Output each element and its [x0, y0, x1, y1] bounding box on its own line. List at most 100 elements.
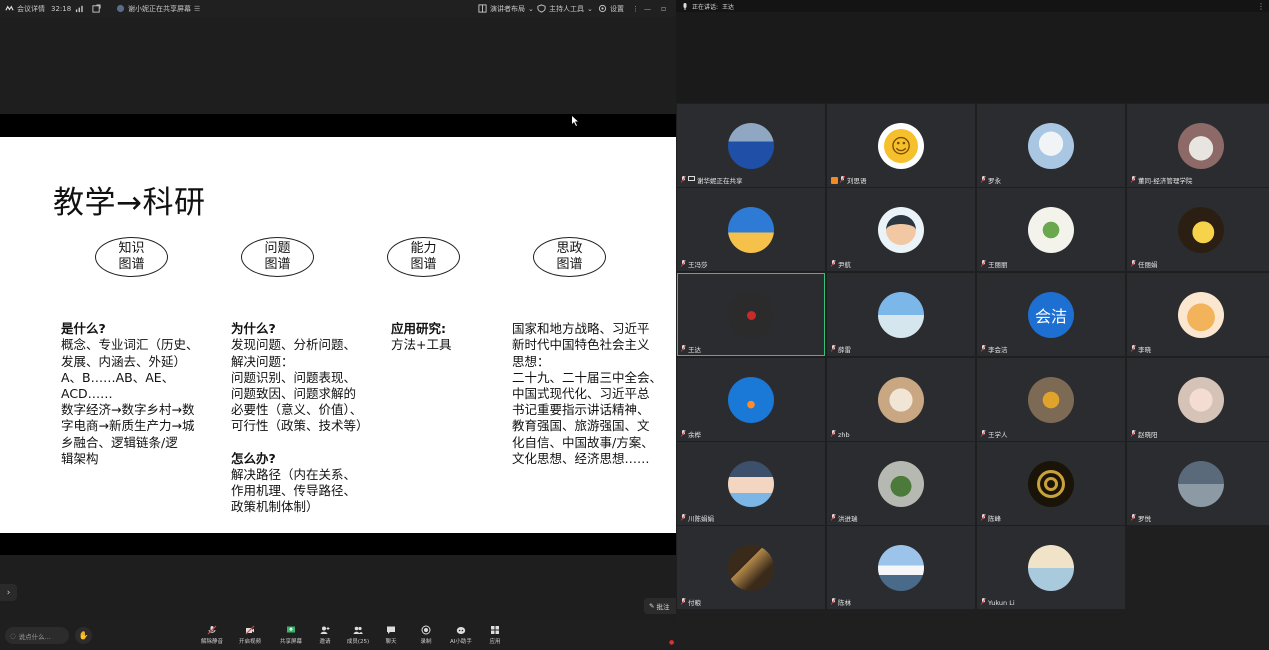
participant-tile[interactable]: 谢华妮正在共享	[677, 104, 825, 187]
end-meeting-icon[interactable]: ●	[669, 639, 674, 646]
participant-name-row: 王丽丽	[980, 259, 1008, 269]
participant-name: 赵晓阳	[1138, 431, 1158, 439]
signal-icon[interactable]	[75, 4, 84, 13]
participant-tile[interactable]: ☺ 刘思语	[827, 104, 975, 187]
invite-label: 邀请	[319, 639, 331, 645]
chat-button[interactable]: 聊天	[375, 625, 407, 647]
more-icon[interactable]: ⋮	[632, 5, 639, 13]
participant-tile[interactable]: zhb	[827, 358, 975, 441]
participant-name-row: 王冯莎	[680, 259, 708, 269]
avatar	[728, 123, 774, 169]
participant-tile[interactable]: 川陈娟娟	[677, 442, 825, 525]
slide-column-what: 是什么? 概念、专业词汇（历史、 发展、内涵去、外延） A、B……AB、AE、 …	[61, 305, 211, 483]
meeting-main-pane: 会议详情 32:18 谢小妮正在共享屏幕 ☰ 演讲者布局 ⌄ 主持人工具 ⌄ 设…	[0, 0, 676, 650]
participant-gallery: 正在讲话: 王达 ⋮ 谢华妮正在共享 ☺ 刘思语 罗永 董同-经济管理学院王冯莎 尹航 王丽…	[676, 0, 1269, 650]
more-icon[interactable]: ⋮	[1257, 2, 1265, 11]
mic-muted-icon	[1130, 175, 1137, 185]
maximize-icon[interactable]: ▫	[661, 4, 666, 13]
speaking-label: 正在讲话:	[692, 3, 719, 11]
participant-name-row: 罗悦	[1130, 513, 1151, 523]
apps-button[interactable]: 应用	[479, 625, 511, 647]
participant-tile[interactable]: 陈峰	[977, 442, 1125, 525]
invite-button[interactable]: 邀请	[309, 625, 341, 647]
apps-icon	[491, 626, 499, 634]
avatar	[728, 292, 774, 338]
participant-tile[interactable]: 付粮	[677, 526, 825, 609]
participant-name-row: 余桦	[680, 429, 701, 439]
chat-label: 聊天	[385, 639, 397, 645]
participant-tile[interactable]: 任丽娟	[1127, 188, 1269, 271]
participant-name-row: 罗永	[980, 175, 1001, 185]
minimize-icon[interactable]: —	[644, 5, 651, 13]
avatar	[878, 545, 924, 591]
participant-name: Yukun Li	[988, 598, 1015, 607]
avatar: 会洁	[1028, 292, 1074, 338]
meeting-topbar: 会议详情 32:18 谢小妮正在共享屏幕 ☰ 演讲者布局 ⌄ 主持人工具 ⌄ 设…	[0, 0, 676, 17]
participant-tile[interactable]: 王学人	[977, 358, 1125, 441]
layout-button[interactable]: 演讲者布局 ⌄	[478, 4, 534, 14]
ellipse-knowledge-graph: 知识 图谱	[95, 237, 168, 277]
mic-muted-icon	[980, 175, 987, 185]
participant-tile[interactable]: 罗永	[977, 104, 1125, 187]
participant-name: 李会洁	[988, 346, 1008, 354]
participant-name: 薛雷	[838, 346, 851, 354]
expand-panel-icon[interactable]: ›	[0, 584, 17, 601]
unmute-button[interactable]: 解除静音	[196, 625, 228, 647]
participant-tile[interactable]: 王冯莎	[677, 188, 825, 271]
participant-name: 刘思语	[847, 177, 867, 185]
mic-muted-icon	[980, 597, 987, 607]
start-video-button[interactable]: 开启视频	[234, 625, 266, 647]
share-screen-button[interactable]: 共享屏幕	[275, 625, 307, 647]
participant-name-row: 陈林	[830, 597, 851, 607]
participant-tile[interactable]: 董同-经济管理学院	[1127, 104, 1269, 187]
meeting-info-button[interactable]: 会议详情	[5, 4, 45, 14]
participant-name: 王达	[688, 346, 701, 354]
unmute-label: 解除静音	[200, 639, 223, 645]
avatar	[878, 377, 924, 423]
start-video-label: 开启视频	[238, 639, 261, 645]
participant-tile[interactable]: 尹航	[827, 188, 975, 271]
participant-tile[interactable]: 薛雷	[827, 273, 975, 356]
participant-name-row: 任丽娟	[1130, 259, 1158, 269]
settings-button[interactable]: 设置	[598, 4, 624, 14]
annotate-button[interactable]: ✎ 批注	[644, 598, 676, 614]
mic-muted-icon	[830, 259, 837, 269]
participant-tile[interactable]: 王丽丽	[977, 188, 1125, 271]
participant-name: 王冯莎	[688, 261, 708, 269]
participant-tile[interactable]: Yukun Li	[977, 526, 1125, 609]
participant-tile[interactable]: 赵晓阳	[1127, 358, 1269, 441]
ellipse-ideology-graph: 思政 图谱	[533, 237, 606, 277]
participant-tile[interactable]: 李晓	[1127, 273, 1269, 356]
record-icon	[421, 625, 431, 635]
participant-tile[interactable]: 余桦	[677, 358, 825, 441]
raise-hand-icon[interactable]: ✋	[75, 627, 92, 644]
ai-assistant-label: AI小助手	[450, 639, 472, 645]
avatar	[1178, 461, 1224, 507]
gear-icon	[598, 4, 607, 13]
slide-column-why: 为什么? 发现问题、分析问题、 解决问题： 问题识别、问题表现、 问题致因、问题…	[231, 305, 381, 532]
ai-assistant-button[interactable]: AI小助手	[445, 625, 477, 647]
mic-muted-icon	[680, 597, 687, 607]
slide-title: 教学→科研	[53, 185, 206, 221]
participant-tile[interactable]: 罗悦	[1127, 442, 1269, 525]
participant-name: zhb	[838, 430, 850, 439]
host-tools-button[interactable]: 主持人工具 ⌄	[537, 4, 593, 14]
participant-tile[interactable]: 会洁李会洁	[977, 273, 1125, 356]
external-window-icon[interactable]	[92, 4, 101, 13]
avatar	[1178, 377, 1224, 423]
pen-icon: ✎	[649, 602, 655, 610]
participant-name: 陈林	[838, 599, 851, 607]
members-label: 成员(25)	[346, 639, 370, 645]
mic-muted-icon	[830, 429, 837, 439]
mic-muted-icon	[839, 175, 846, 185]
members-button[interactable]: 成员(25)	[342, 625, 374, 647]
participant-tile[interactable]: 王达	[677, 273, 825, 356]
record-button[interactable]: 录制	[410, 625, 442, 647]
chat-quick-input[interactable]: ◌ 说点什么...	[5, 627, 69, 644]
participant-tile[interactable]: 陈林	[827, 526, 975, 609]
meeting-backdrop	[0, 17, 676, 114]
invite-icon	[320, 626, 330, 634]
participant-tile[interactable]: 洪进瑞	[827, 442, 975, 525]
slide-column-applied: 应用研究: 方法+工具	[391, 305, 491, 370]
avatar	[878, 461, 924, 507]
